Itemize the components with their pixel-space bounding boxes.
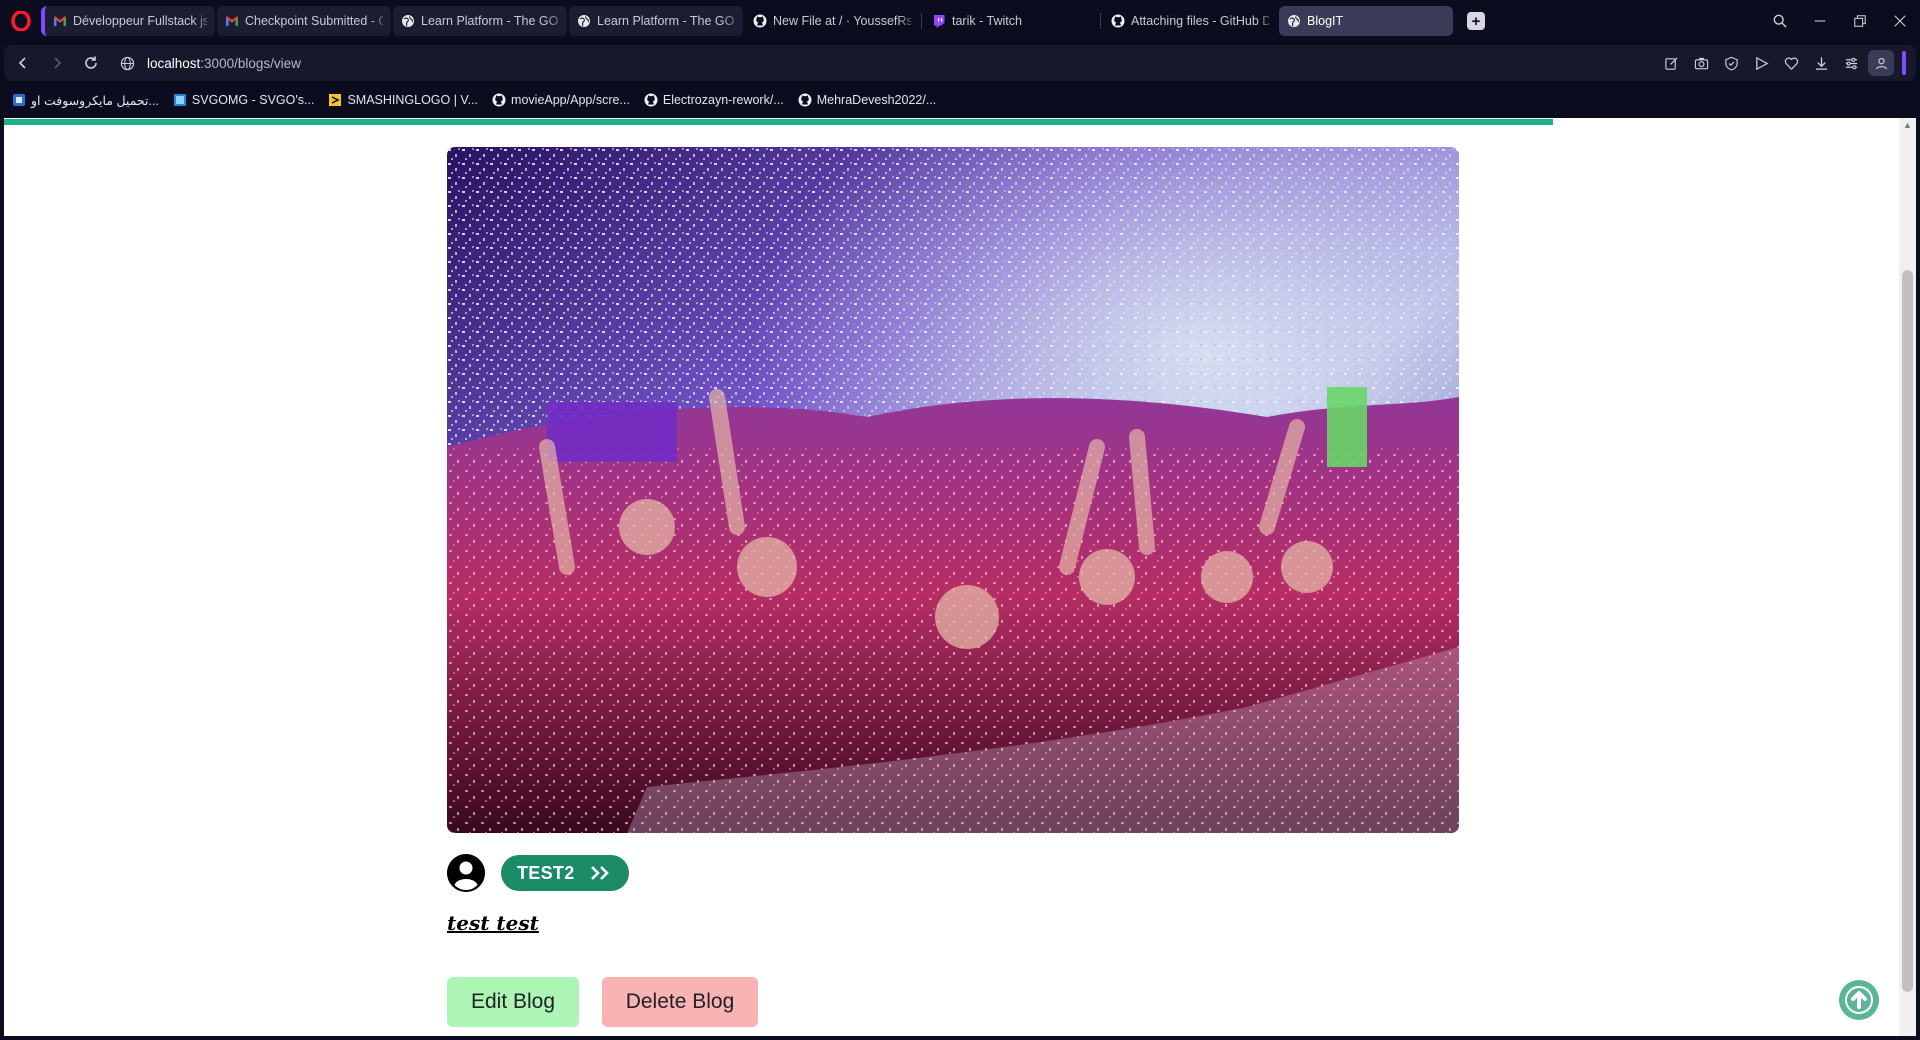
- restore-icon[interactable]: [1840, 0, 1880, 42]
- bookmark-label: SVGOMG - SVGO's...: [191, 93, 315, 107]
- tab-title-fade: [897, 6, 919, 36]
- tag-badge[interactable]: TEST2: [501, 855, 629, 891]
- bookmark-item[interactable]: تحميل مايكروسوفت او...: [12, 93, 159, 108]
- blog-cover-image: [447, 147, 1459, 833]
- new-tab-plus-icon[interactable]: +: [1467, 12, 1485, 30]
- edit-blog-button[interactable]: Edit Blog: [447, 977, 579, 1027]
- concert-crowd-confetti-image: [447, 147, 1459, 833]
- tab-title: Learn Platform - The GOMYCODE: [421, 14, 559, 28]
- download-icon[interactable]: [1806, 48, 1836, 78]
- tab-title-fade: [721, 6, 743, 36]
- tab-title: Checkpoint Submitted - Gmail: [245, 14, 383, 28]
- tab-title: BlogIT: [1307, 14, 1344, 28]
- profile-icon[interactable]: [1868, 50, 1894, 76]
- github-icon: [644, 93, 658, 107]
- camera-snapshot-icon[interactable]: [1686, 48, 1716, 78]
- globe-icon: [401, 14, 415, 28]
- bookmark-item[interactable]: movieApp/App/scre...: [492, 93, 630, 107]
- scroll-to-top-button[interactable]: [1839, 980, 1879, 1020]
- tab-title: New File at / · YoussefRs/Blog: [773, 14, 911, 28]
- vertical-scrollbar[interactable]: ▲: [1899, 118, 1916, 1036]
- tab-title-fade: [1076, 6, 1098, 36]
- browser-tab[interactable]: Développeur Fullstack js: [41, 6, 215, 36]
- player-play-icon[interactable]: [1746, 48, 1776, 78]
- globe-icon: [1287, 14, 1301, 28]
- globe-icon: [577, 14, 591, 28]
- tab-title: Développeur Fullstack js: [73, 14, 207, 28]
- minimize-icon[interactable]: [1800, 0, 1840, 42]
- tab-title: Learn Platform - The GOMYCODE: [597, 14, 735, 28]
- browser-tab[interactable]: BlogIT: [1279, 6, 1453, 36]
- forward-icon[interactable]: [42, 48, 72, 78]
- window-controls: [1760, 0, 1920, 42]
- gmail-icon: [53, 14, 67, 28]
- address-bar-row: localhost:3000/blogs/view: [4, 45, 1916, 81]
- browser-tab[interactable]: tarik - Twitch: [924, 6, 1098, 36]
- easy-setup-menu-icon[interactable]: [1836, 48, 1866, 78]
- github-icon: [492, 93, 506, 107]
- github-icon: [1111, 14, 1125, 28]
- tab-title: Attaching files - GitHub Docs: [1131, 14, 1269, 28]
- search-tabs-icon[interactable]: [1760, 0, 1800, 42]
- browser-tab[interactable]: Learn Platform - The GOMYCODE: [569, 6, 743, 36]
- blog-meta-row: TEST2: [447, 853, 629, 893]
- shield-icon[interactable]: [1716, 48, 1746, 78]
- office-icon: [12, 93, 26, 107]
- tab-separator: [921, 13, 922, 29]
- scrollbar-thumb[interactable]: [1902, 270, 1913, 992]
- tab-title-fade: [193, 6, 215, 36]
- browser-tab[interactable]: Attaching files - GitHub Docs: [1103, 6, 1277, 36]
- twitch-icon: [932, 14, 946, 28]
- close-window-icon[interactable]: [1880, 0, 1920, 42]
- bookmark-item[interactable]: SMASHINGLOGO | V...: [328, 93, 478, 107]
- url-host: localhost: [147, 55, 201, 71]
- github-icon: [798, 93, 812, 107]
- browser-tab[interactable]: Checkpoint Submitted - Gmail: [217, 6, 391, 36]
- bookmark-label: MehraDevesh2022/...: [816, 93, 937, 107]
- page-viewport: TEST2 test test Edit Blog Delete Blog ▲: [4, 118, 1916, 1036]
- globe-icon: [120, 56, 135, 70]
- window-bottom-border: [0, 1036, 1920, 1040]
- edit-page-icon[interactable]: [1656, 48, 1686, 78]
- browser-tab[interactable]: New File at / · YoussefRs/Blog: [745, 6, 919, 36]
- bookmark-item[interactable]: Electrozayn-rework/...: [644, 93, 784, 107]
- address-field[interactable]: localhost:3000/blogs/view: [120, 56, 301, 71]
- svgomg-icon: [173, 93, 187, 107]
- gmail-icon: [225, 14, 239, 28]
- sidebar-accent-bar: [1902, 51, 1906, 75]
- author-avatar-icon[interactable]: [447, 854, 485, 892]
- double-chevron-right-icon: [590, 866, 609, 880]
- tab-title-fade: [545, 6, 567, 36]
- toolbar-icons: [1656, 45, 1906, 81]
- bookmark-label: Electrozayn-rework/...: [662, 93, 784, 107]
- tab-title: tarik - Twitch: [952, 14, 1022, 28]
- opera-logo-icon[interactable]: [9, 9, 33, 33]
- tab-list: Développeur Fullstack js Checkpoint Submi…: [41, 5, 1455, 37]
- blog-title: test test: [447, 911, 539, 935]
- reading-progress-bar: [4, 119, 1553, 125]
- browser-tab[interactable]: Learn Platform - The GOMYCODE: [393, 6, 567, 36]
- bookmark-item[interactable]: SVGOMG - SVGO's...: [173, 93, 315, 107]
- smashinglogo-icon: [328, 93, 342, 107]
- tab-title-fade: [1255, 6, 1277, 36]
- bookmark-label: SMASHINGLOGO | V...: [347, 93, 479, 107]
- tab-strip: Développeur Fullstack js Checkpoint Submi…: [0, 0, 1920, 42]
- url-text: localhost:3000/blogs/view: [147, 56, 301, 71]
- bookmark-item[interactable]: MehraDevesh2022/...: [798, 93, 937, 107]
- bookmark-label: تحميل مايكروسوفت او...: [31, 93, 159, 108]
- bookmark-label: movieApp/App/scre...: [511, 93, 630, 107]
- tab-separator: [1100, 13, 1101, 29]
- heart-icon[interactable]: [1776, 48, 1806, 78]
- github-icon: [753, 14, 767, 28]
- back-icon[interactable]: [8, 48, 38, 78]
- tab-title-fade: [369, 6, 391, 36]
- arrow-up-icon: [1845, 986, 1873, 1014]
- delete-blog-button[interactable]: Delete Blog: [602, 977, 758, 1027]
- bookmarks-bar: تحميل مايكروسوفت او... SVGOMG - SVGO's...…: [12, 86, 950, 114]
- tag-label: TEST2: [517, 862, 575, 883]
- browser-chrome: Développeur Fullstack js Checkpoint Submi…: [0, 0, 1920, 118]
- scroll-up-arrow-icon[interactable]: ▲: [1903, 120, 1912, 130]
- url-path: :3000/blogs/view: [200, 55, 301, 71]
- reload-icon[interactable]: [76, 48, 106, 78]
